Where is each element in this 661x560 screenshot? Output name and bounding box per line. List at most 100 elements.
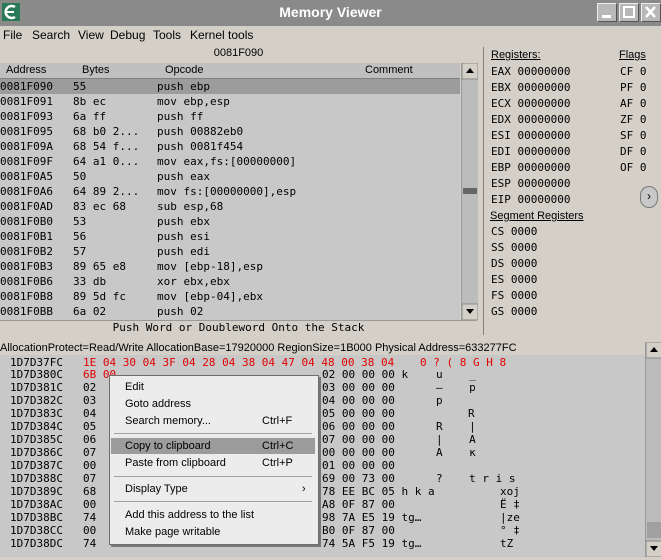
disasm-bytes: 83 ec 68 — [73, 200, 126, 213]
menu-item-make-page-writable[interactable]: Make page writable — [111, 524, 315, 540]
register-edi[interactable]: EDI 00000000 — [491, 145, 570, 158]
hex-ascii: ° ‡ — [500, 524, 520, 537]
flag-pf[interactable]: PF 0 — [620, 81, 647, 94]
segment-name: SS — [491, 241, 505, 254]
hex-bytes: 06 — [83, 433, 97, 446]
disasm-row[interactable]: 0081F09A 68 54 f... push 0081f454 — [0, 139, 460, 154]
hex-scrollbar[interactable] — [645, 341, 661, 558]
disasm-row[interactable]: 0081F0A6 64 89 2... mov fs:[00000000],esp — [0, 184, 460, 199]
column-comment[interactable]: Comment — [365, 64, 413, 76]
hex-address: 1D7D381C — [10, 381, 63, 394]
hex-bytes: 01 00 00 00 — [322, 459, 395, 472]
register-edx[interactable]: EDX 00000000 — [491, 113, 570, 126]
menu-view[interactable]: View — [78, 28, 104, 42]
disasm-row[interactable]: 0081F0B3 89 65 e8 mov [ebp-18],esp — [0, 259, 460, 274]
menu-file[interactable]: File — [3, 28, 22, 42]
register-name: EDX — [491, 113, 511, 126]
menu-item-edit[interactable]: Edit — [111, 379, 315, 395]
flag-af[interactable]: AF 0 — [620, 97, 647, 110]
flag-name: CF — [620, 65, 634, 78]
flag-value: 0 — [639, 113, 647, 126]
menu-separator — [114, 501, 312, 502]
disassembler-list[interactable]: 0081F090 55 push ebp 0081F091 8b ec mov ebp,… — [0, 79, 460, 320]
segment-name: ES — [491, 273, 505, 286]
flag-df[interactable]: DF 0 — [620, 145, 647, 158]
segment-registers-header: Segment Registers — [490, 210, 584, 222]
disasm-opcode: push eax — [157, 170, 210, 183]
segment-cs[interactable]: CS 0000 — [491, 225, 537, 238]
disassembler-scrollbar[interactable] — [461, 62, 479, 321]
register-name: EIP — [491, 193, 511, 206]
menu-item-copy-to-clipboard[interactable]: Copy to clipboard Ctrl+C — [111, 438, 315, 454]
segment-ds[interactable]: DS 0000 — [491, 257, 537, 270]
flag-of[interactable]: OF 0 — [620, 161, 647, 174]
menu-debug[interactable]: Debug — [110, 28, 145, 42]
register-value: 00000000 — [517, 97, 571, 110]
register-nav-button[interactable]: › — [640, 186, 658, 208]
disasm-row[interactable]: 0081F0B1 56 push esi — [0, 229, 460, 244]
menu-kernel-tools[interactable]: Kernel tools — [190, 28, 253, 42]
disasm-address: 0081F09A — [0, 140, 53, 153]
flag-cf[interactable]: CF 0 — [620, 65, 647, 78]
disasm-row[interactable]: 0081F091 8b ec mov ebp,esp — [0, 94, 460, 109]
menu-item-add-to-list[interactable]: Add this address to the list — [111, 507, 315, 523]
segment-gs[interactable]: GS 0000 — [491, 305, 537, 318]
register-ebp[interactable]: EBP 00000000 — [491, 161, 570, 174]
hex-bytes: 07 — [83, 446, 97, 459]
scrollbar-arrows-icon — [645, 341, 661, 558]
hex-ascii: |ze — [500, 511, 520, 524]
disasm-address: 0081F0A5 — [0, 170, 53, 183]
disasm-row[interactable]: 0081F0BB 6a 02 push 02 — [0, 304, 460, 319]
register-eip[interactable]: EIP 00000000 — [491, 193, 570, 206]
close-button[interactable] — [641, 3, 661, 22]
disasm-bytes: 6a ff — [73, 110, 107, 123]
title-bar[interactable]: Memory Viewer — [0, 0, 661, 26]
maximize-button[interactable] — [619, 3, 639, 22]
hex-address: 1D7D388C — [10, 472, 63, 485]
disasm-row[interactable]: 0081F0B6 33 db xor ebx,ebx — [0, 274, 460, 289]
current-address-label: 0081F090 — [213, 47, 264, 59]
register-eax[interactable]: EAX 00000000 — [491, 65, 570, 78]
disasm-row[interactable]: 0081F0B0 53 push ebx — [0, 214, 460, 229]
flag-zf[interactable]: ZF 0 — [620, 113, 647, 126]
disasm-row[interactable]: 0081F0AD 83 ec 68 sub esp,68 — [0, 199, 460, 214]
menu-tools[interactable]: Tools — [153, 28, 181, 42]
disasm-row[interactable]: 0081F0A5 50 push eax — [0, 169, 460, 184]
hex-bytes: 69 00 73 00 — [322, 472, 395, 485]
register-esi[interactable]: ESI 00000000 — [491, 129, 570, 142]
menu-search[interactable]: Search — [32, 28, 70, 42]
hex-ascii: | A — [436, 433, 476, 446]
minimize-button[interactable] — [597, 3, 617, 22]
menu-item-goto-address[interactable]: Goto address — [111, 396, 315, 412]
column-opcode[interactable]: Opcode — [165, 64, 204, 76]
disasm-row[interactable]: 0081F093 6a ff push ff — [0, 109, 460, 124]
register-value: 00000000 — [517, 129, 571, 142]
close-icon — [645, 6, 656, 18]
disasm-opcode: mov eax,fs:[00000000] — [157, 155, 297, 168]
register-value: 00000000 — [517, 193, 571, 206]
disasm-row[interactable]: 0081F095 68 b0 2... push 00882eb0 — [0, 124, 460, 139]
segment-es[interactable]: ES 0000 — [491, 273, 537, 286]
menu-item-search-memory[interactable]: Search memory... Ctrl+F — [111, 413, 315, 429]
flag-name: SF — [620, 129, 634, 142]
disasm-address: 0081F093 — [0, 110, 53, 123]
hex-view[interactable]: 1D7D37FC 1E 04 30 04 3F 04 28 04 38 04 47… — [0, 355, 645, 557]
disasm-row[interactable]: 0081F0B8 89 5d fc mov [ebp-04],ebx — [0, 289, 460, 304]
disasm-address: 0081F090 — [0, 80, 53, 93]
register-ebx[interactable]: EBX 00000000 — [491, 81, 570, 94]
disasm-bytes: 56 — [73, 230, 87, 243]
menu-item-display-type[interactable]: Display Type › — [111, 481, 315, 497]
menu-item-paste-from-clipboard[interactable]: Paste from clipboard Ctrl+P — [111, 455, 315, 471]
disasm-row[interactable]: 0081F0B2 57 push edi — [0, 244, 460, 259]
register-ecx[interactable]: ECX 00000000 — [491, 97, 570, 110]
column-address[interactable]: Address — [6, 64, 46, 76]
disasm-row[interactable]: 0081F090 55 push ebp — [0, 79, 460, 94]
segment-ss[interactable]: SS 0000 — [491, 241, 537, 254]
disasm-row[interactable]: 0081F09F 64 a1 0... mov eax,fs:[00000000] — [0, 154, 460, 169]
segment-fs[interactable]: FS 0000 — [491, 289, 537, 302]
register-name: EBP — [491, 161, 511, 174]
flag-sf[interactable]: SF 0 — [620, 129, 647, 142]
column-bytes[interactable]: Bytes — [82, 64, 110, 76]
disasm-opcode: push 00882eb0 — [157, 125, 244, 138]
register-esp[interactable]: ESP 00000000 — [491, 177, 570, 190]
